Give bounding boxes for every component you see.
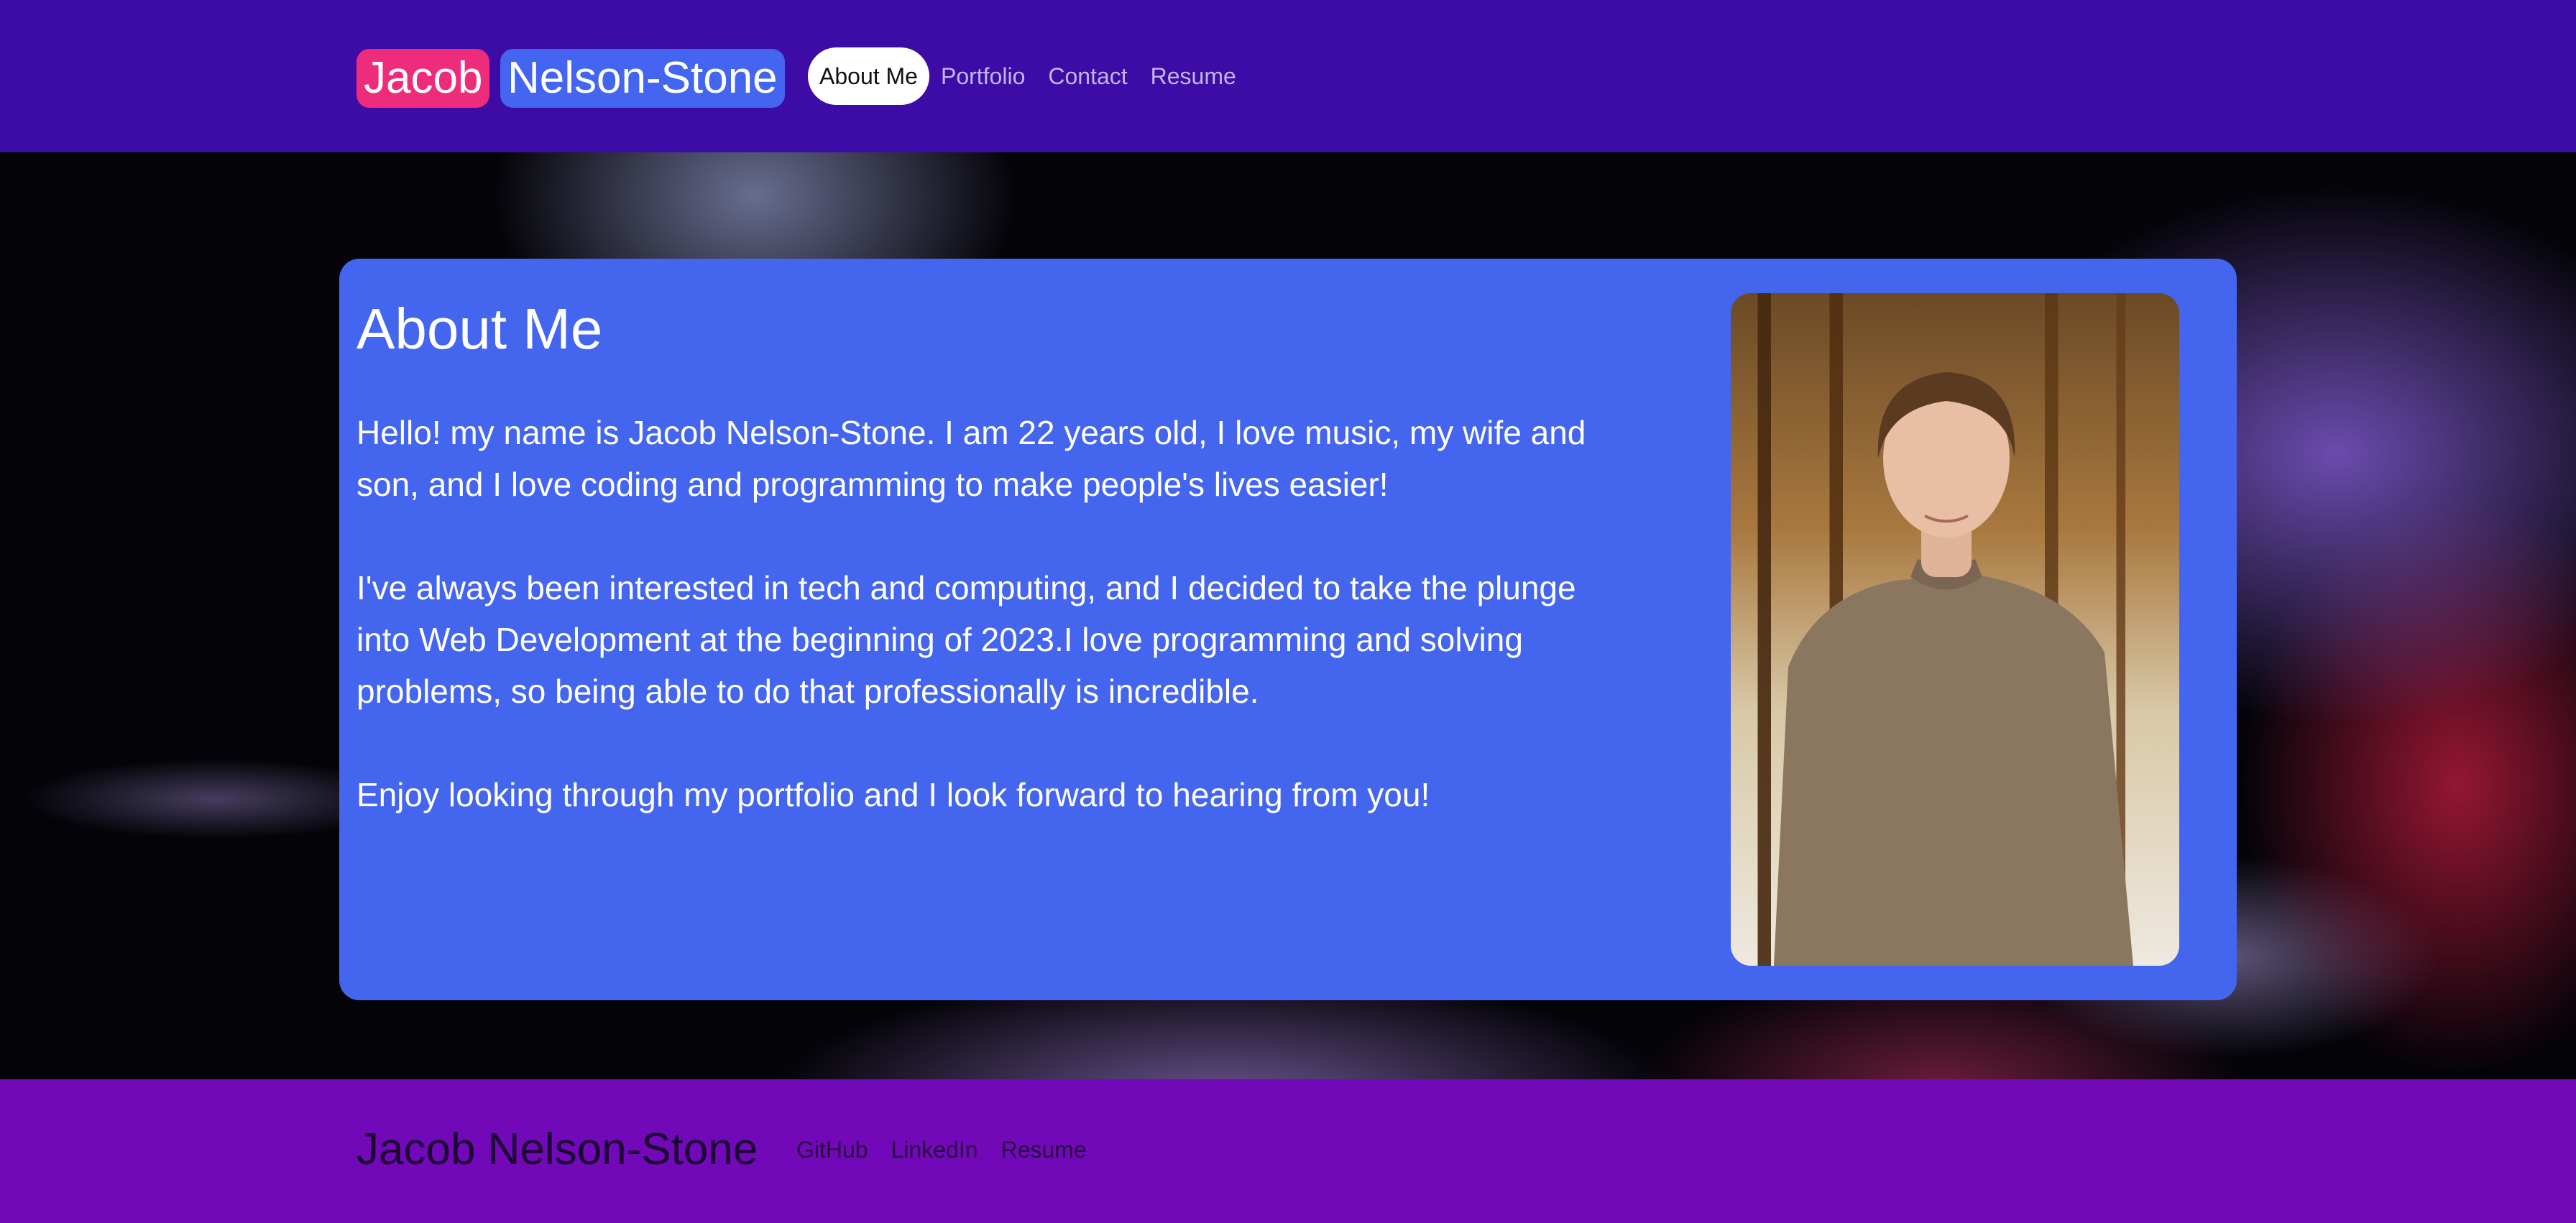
about-card: About Me Hello! my name is Jacob Nelson-… [339,259,2237,1000]
nav-contact[interactable]: Contact [1036,47,1138,105]
nav-about-me[interactable]: About Me [808,47,929,105]
footer-nav: GitHub LinkedIn Resume [785,1121,1098,1178]
about-paragraph: Enjoy looking through my portfolio and I… [356,776,1430,813]
main-nav: About Me Portfolio Contact Resume [808,47,1248,105]
footer-name: Jacob Nelson-Stone [356,1125,758,1174]
hero-background: About Me Hello! my name is Jacob Nelson-… [0,152,2576,1079]
site-header: Jacob Nelson-Stone About Me Portfolio Co… [0,0,2576,152]
brand-last-name[interactable]: Nelson-Stone [500,49,785,108]
site-footer: Jacob Nelson-Stone GitHub LinkedIn Resum… [0,1079,2576,1223]
about-paragraph: I've always been interested in tech and … [356,569,1576,710]
profile-photo [1731,293,2179,966]
about-title: About Me [356,297,603,361]
nav-portfolio[interactable]: Portfolio [929,47,1036,105]
brand-first-name[interactable]: Jacob [356,49,490,108]
footer-link-linkedin[interactable]: LinkedIn [880,1137,990,1163]
footer-link-github[interactable]: GitHub [785,1137,880,1163]
footer-link-resume[interactable]: Resume [990,1137,1098,1163]
about-text: Hello! my name is Jacob Nelson-Stone. I … [356,407,1636,872]
nav-resume[interactable]: Resume [1139,47,1248,105]
portrait-figure [1774,372,2133,966]
about-paragraph: Hello! my name is Jacob Nelson-Stone. I … [356,414,1586,503]
